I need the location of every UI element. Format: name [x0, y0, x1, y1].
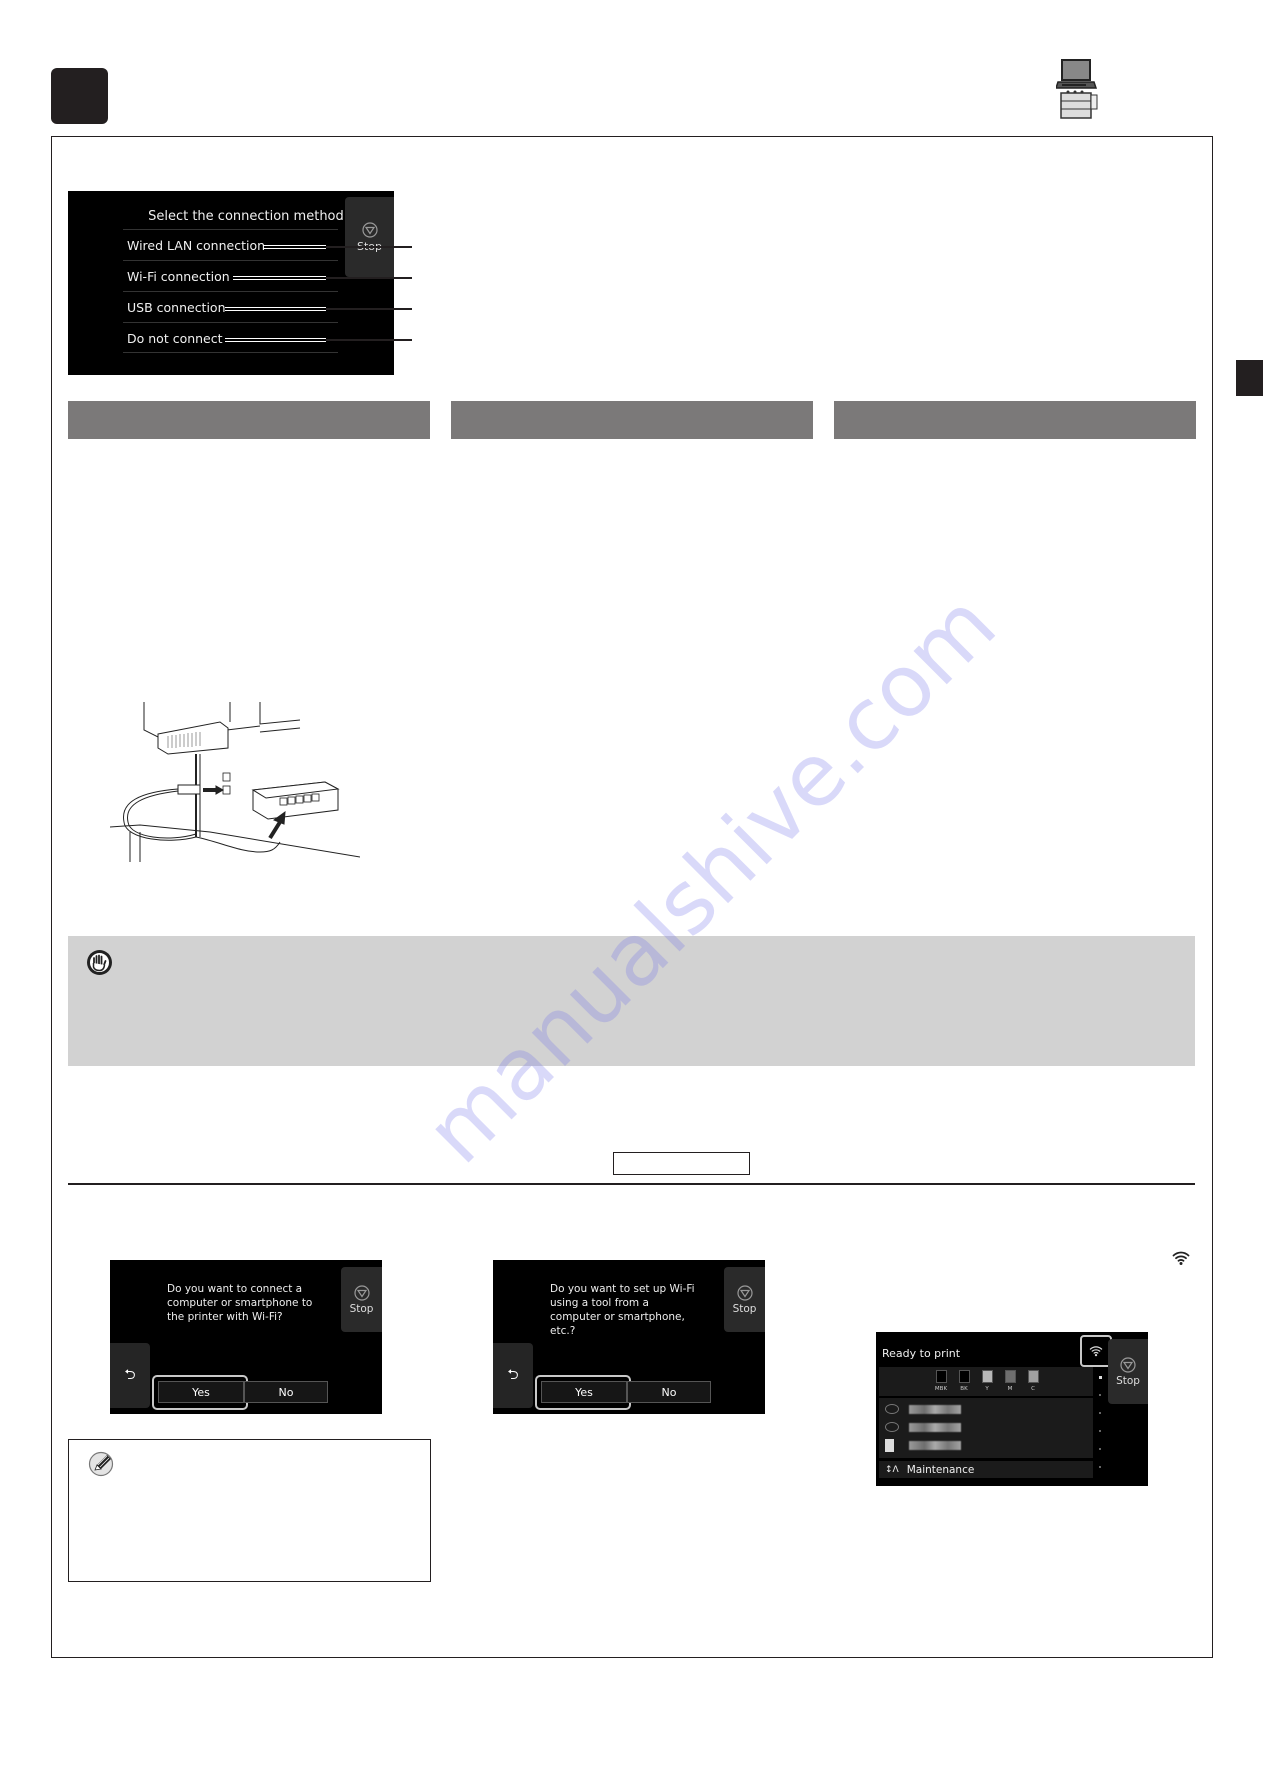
cut-sheet-icon [885, 1438, 894, 1452]
wifi-connect-dialog-screen: Do you want to connect a computer or sma… [110, 1260, 382, 1414]
stop-label: Stop [349, 1302, 374, 1315]
no-button[interactable]: No [627, 1381, 711, 1403]
section-header-wired-lan [68, 401, 430, 439]
stop-button[interactable]: Stop [724, 1267, 765, 1332]
blurred-paper-name [909, 1404, 961, 1414]
pencil-note-icon [88, 1451, 114, 1477]
stop-icon [1120, 1356, 1136, 1373]
note-box [68, 1439, 431, 1582]
stop-icon [353, 1284, 370, 1301]
callout-line-none-ext [326, 339, 412, 341]
callout-line-wired [263, 245, 326, 249]
yes-label: Yes [192, 1385, 210, 1399]
important-notice-box [68, 936, 1195, 1066]
maintenance-label: Maintenance [906, 1463, 975, 1476]
roll-paper-icon [885, 1404, 899, 1414]
ink-levels-panel[interactable]: MBK BK Y M C [879, 1367, 1093, 1396]
callout-line-none [225, 338, 326, 342]
page-dot [1099, 1448, 1101, 1450]
blurred-paper-name [909, 1422, 961, 1432]
callout-line-usb-ext [326, 308, 412, 310]
stop-button[interactable]: Stop [341, 1267, 382, 1332]
blurred-paper-name [909, 1440, 961, 1450]
wifi-icon [1172, 1251, 1190, 1265]
section-header-usb [834, 401, 1196, 439]
ink-label: MBK [934, 1386, 948, 1392]
wifi-icon [1089, 1346, 1103, 1357]
wifi-tool-dialog-screen: Do you want to set up Wi-Fi using a tool… [493, 1260, 765, 1414]
reference-box [613, 1152, 750, 1175]
roll-paper-icon [885, 1422, 899, 1432]
no-label: No [661, 1385, 677, 1399]
option-label: Wi-Fi connection [127, 269, 230, 284]
ink-tank-mbk [936, 1370, 947, 1383]
printer-status: Ready to print [882, 1347, 961, 1360]
back-arrow-icon: ⮌ [124, 1366, 136, 1383]
back-button[interactable]: ⮌ [493, 1343, 533, 1408]
computer-and-printer-icon [1056, 59, 1098, 119]
section-divider [68, 1183, 1195, 1185]
callout-line-wifi [233, 276, 326, 280]
yes-button[interactable]: Yes [541, 1381, 627, 1403]
yes-button[interactable]: Yes [158, 1381, 244, 1403]
section-header-wifi [451, 401, 813, 439]
stop-icon [736, 1284, 753, 1301]
page-dot [1099, 1466, 1101, 1468]
cut-sheet-row [885, 1438, 961, 1452]
ink-label: BK [960, 1386, 968, 1392]
ink-tank-m [1005, 1370, 1016, 1383]
ink-tank-c [1028, 1370, 1039, 1383]
maintenance-button[interactable]: ↕Λ Maintenance [879, 1461, 1093, 1478]
roll-1-row [885, 1402, 961, 1416]
page-indicator [1098, 1376, 1102, 1476]
ink-label: Y [985, 1386, 989, 1392]
stop-label: Stop [1116, 1374, 1140, 1387]
stop-icon [361, 221, 378, 238]
page-dot [1099, 1430, 1101, 1432]
option-label: Do not connect [127, 331, 223, 346]
ink-label: C [1031, 1386, 1035, 1392]
connection-method-screen: Select the connection method. Wired LAN … [68, 191, 394, 375]
hand-stop-icon [87, 950, 112, 975]
callout-line-wired-ext [326, 246, 412, 248]
stop-button[interactable]: Stop [1108, 1339, 1148, 1404]
back-arrow-icon: ⮌ [507, 1366, 519, 1383]
roll-2-row [885, 1420, 961, 1434]
screen-title: Select the connection method. [148, 209, 348, 224]
ink-label: M [1007, 1386, 1013, 1392]
no-button[interactable]: No [244, 1381, 328, 1403]
back-button[interactable]: ⮌ [110, 1343, 150, 1408]
page-dot-active [1099, 1376, 1102, 1379]
yes-label: Yes [575, 1385, 593, 1399]
stop-label: Stop [732, 1302, 757, 1315]
dialog-question: Do you want to set up Wi-Fi using a tool… [550, 1283, 695, 1337]
paper-info-panel[interactable] [879, 1398, 1093, 1458]
ink-tank-y [982, 1370, 993, 1383]
page-dot [1099, 1412, 1101, 1414]
lan-cable-illustration [110, 702, 360, 862]
step-number-badge [51, 68, 108, 124]
no-label: No [278, 1385, 294, 1399]
dialog-question: Do you want to connect a computer or sma… [167, 1283, 313, 1323]
callout-line-wifi-ext [326, 277, 412, 279]
home-screen: Ready to print Stop MBK BK Y M C ↕Λ Main… [876, 1332, 1148, 1486]
page-dot [1099, 1394, 1101, 1396]
callout-line-usb [225, 307, 326, 311]
chapter-edge-tab [1236, 360, 1263, 396]
option-label: USB connection [127, 300, 226, 315]
stop-button[interactable]: Stop [345, 197, 394, 277]
option-label: Wired LAN connection [127, 238, 266, 253]
maintenance-icon: ↕Λ [885, 1464, 899, 1475]
ink-tank-bk [959, 1370, 970, 1383]
